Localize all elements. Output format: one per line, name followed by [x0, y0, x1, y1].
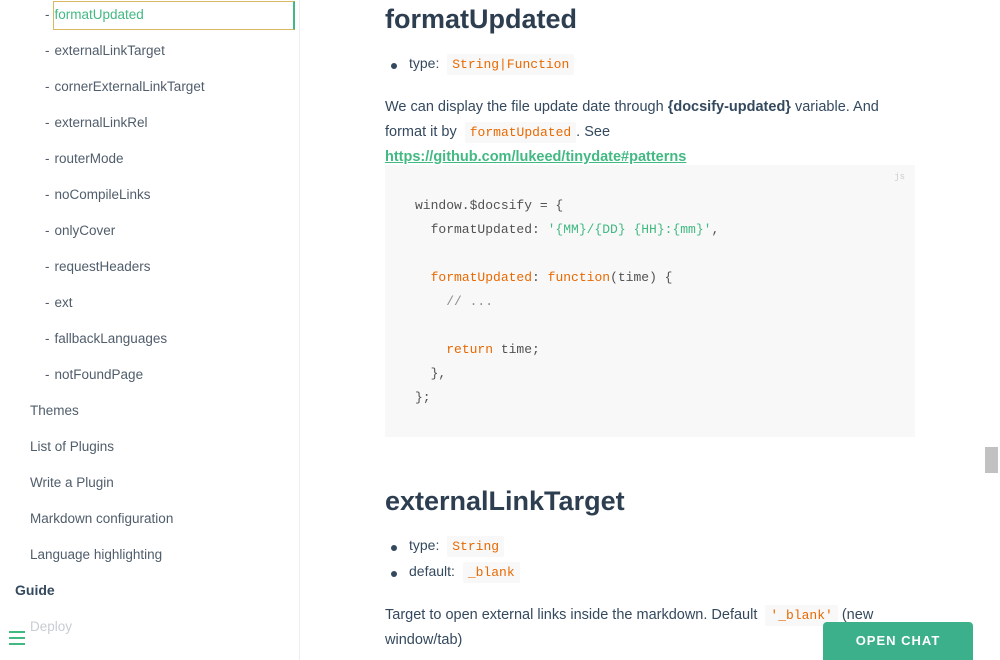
- sidebar-item-label: onlyCover: [54, 223, 116, 238]
- dash: -: [45, 259, 50, 274]
- sidebar-item-list-of-plugins[interactable]: List of Plugins: [30, 439, 114, 454]
- sidebar-item-markdown-configuration[interactable]: Markdown configuration: [30, 511, 173, 526]
- sidebar-item-deploy[interactable]: Deploy: [30, 619, 72, 634]
- sidebar: - formatUpdated - externalLinkTarget - corn…: [0, 0, 300, 660]
- format-description: We can display the file update date thro…: [385, 95, 915, 170]
- sidebar-item-label: ext: [54, 295, 73, 310]
- menu-toggle-icon[interactable]: [9, 631, 27, 647]
- text: We can display the file update date thro…: [385, 99, 668, 115]
- open-chat-button[interactable]: OPEN CHAT: [823, 622, 973, 660]
- type-value: String|Function: [447, 54, 575, 75]
- sidebar-item-label: externalLinkTarget: [54, 43, 165, 58]
- sidebar-item-write-a-plugin[interactable]: Write a Plugin: [30, 475, 114, 490]
- default-value: _blank: [462, 562, 520, 583]
- sidebar-item-label: requestHeaders: [54, 259, 151, 274]
- sidebar-item-requestheaders[interactable]: - requestHeaders: [45, 259, 151, 274]
- dash: -: [45, 79, 50, 94]
- sidebar-item-language-highlighting[interactable]: Language highlighting: [30, 547, 162, 562]
- text: Target to open external links inside the…: [385, 607, 762, 623]
- sidebar-item-label: formatUpdated: [54, 7, 144, 22]
- sidebar-item-themes[interactable]: Themes: [30, 403, 79, 418]
- dash: -: [45, 331, 50, 346]
- dash: -: [45, 187, 50, 202]
- sidebar-section-guide[interactable]: Guide: [15, 582, 55, 598]
- tinydate-link[interactable]: https://github.com/lukeed/tinydate#patte…: [385, 149, 686, 165]
- inline-code: formatUpdated: [464, 122, 577, 143]
- dash: -: [45, 43, 50, 58]
- dash: -: [45, 7, 50, 22]
- type-value: String: [447, 536, 505, 557]
- type-label: type:: [409, 537, 440, 553]
- sidebar-item-label: routerMode: [54, 151, 124, 166]
- type-bullet: type: String: [391, 536, 505, 557]
- sidebar-item-externallinktarget[interactable]: - externalLinkTarget: [45, 43, 165, 58]
- sidebar-item-ext[interactable]: - ext: [45, 295, 73, 310]
- type-label: type:: [409, 55, 440, 71]
- sidebar-item-label: fallbackLanguages: [54, 331, 168, 346]
- sidebar-item-routermode[interactable]: - routerMode: [45, 151, 124, 166]
- variable-name: {docsify-updated}: [667, 99, 791, 115]
- sidebar-item-cornerexternallinktarget[interactable]: - cornerExternalLinkTarget: [45, 79, 205, 94]
- sidebar-item-formatupdated[interactable]: - formatUpdated: [45, 7, 144, 22]
- dash: -: [45, 367, 50, 382]
- dash: -: [45, 151, 50, 166]
- default-bullet: default: _blank: [391, 562, 520, 583]
- sidebar-item-nocompilelinks[interactable]: - noCompileLinks: [45, 187, 151, 202]
- sidebar-item-onlycover[interactable]: - onlyCover: [45, 223, 115, 238]
- default-label: default:: [409, 563, 455, 579]
- page-scrollbar[interactable]: [983, 0, 1000, 660]
- section-heading-formatupdated: formatUpdated: [385, 4, 578, 34]
- dash: -: [45, 295, 50, 310]
- sidebar-item-label: notFoundPage: [54, 367, 144, 382]
- sidebar-item-label: externalLinkRel: [54, 115, 148, 130]
- scrollbar-thumb[interactable]: [985, 447, 998, 473]
- section-heading-externallinktarget: externalLinkTarget: [385, 486, 625, 516]
- code-content: window.$docsify = { formatUpdated: '{MM}…: [415, 198, 720, 405]
- sidebar-item-notfoundpage[interactable]: - notFoundPage: [45, 367, 143, 382]
- sidebar-item-externallinkrel[interactable]: - externalLinkRel: [45, 115, 148, 130]
- sidebar-item-fallbacklanguages[interactable]: - fallbackLanguages: [45, 331, 167, 346]
- sidebar-item-label: cornerExternalLinkTarget: [54, 79, 205, 94]
- text: . See: [576, 124, 611, 140]
- type-bullet: type: String|Function: [391, 54, 575, 75]
- sidebar-item-label: noCompileLinks: [54, 187, 151, 202]
- dash: -: [45, 223, 50, 238]
- code-block: js window.$docsify = { formatUpdated: '{…: [385, 165, 915, 437]
- dash: -: [45, 115, 50, 130]
- code-language-label: js: [894, 172, 905, 182]
